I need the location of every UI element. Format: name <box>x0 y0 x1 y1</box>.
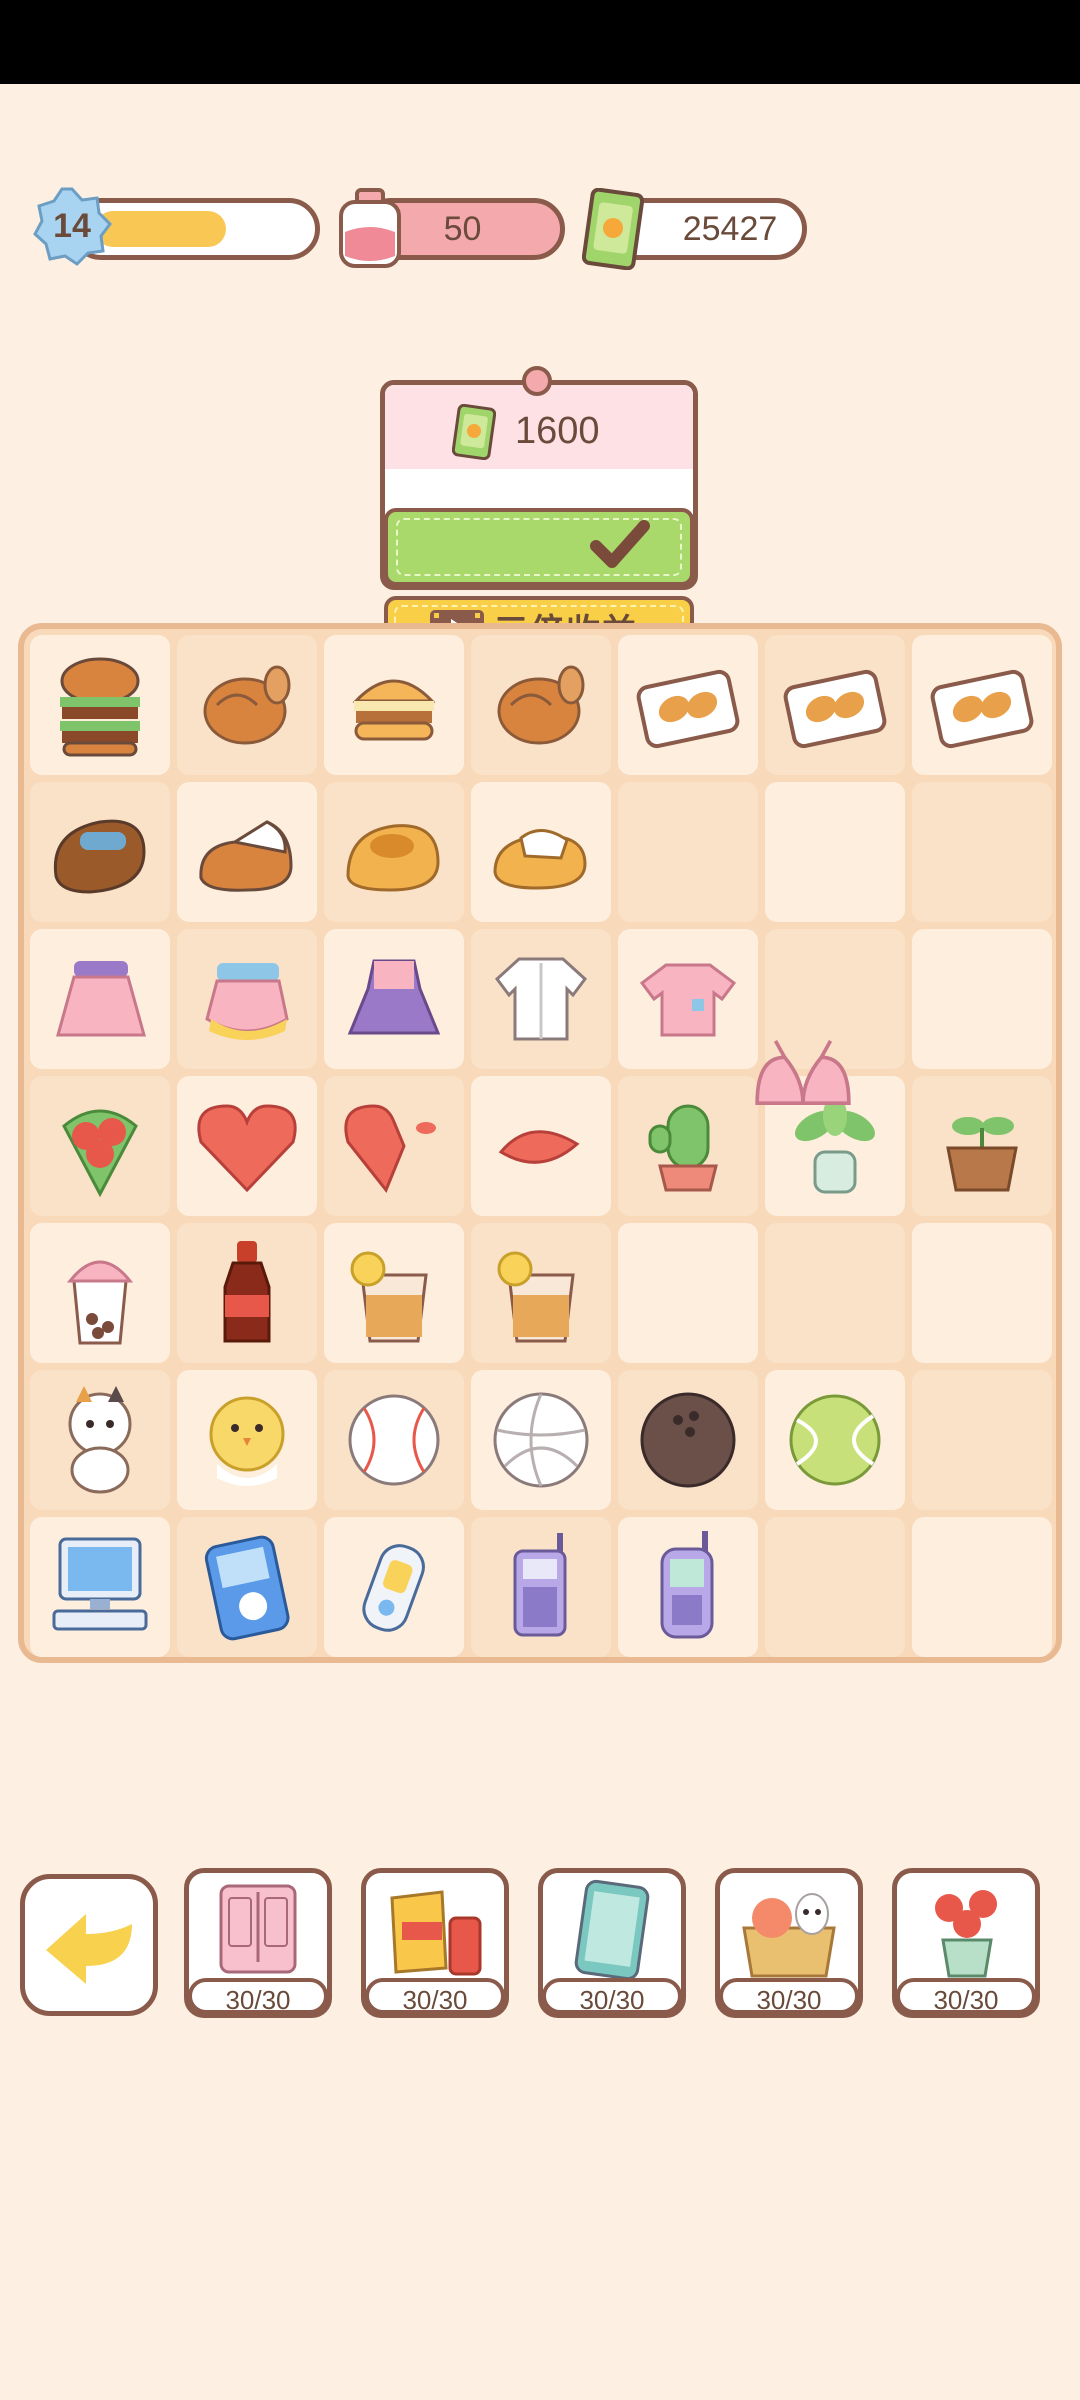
desktop-computer-item[interactable] <box>40 1527 160 1647</box>
level-progress-fill <box>95 211 226 247</box>
merge-board <box>18 623 1062 1663</box>
level-number: 14 <box>53 207 91 245</box>
volleyball-item[interactable] <box>481 1380 601 1500</box>
back-arrow-icon <box>46 1914 132 1984</box>
lemon-tea-item[interactable] <box>481 1233 601 1353</box>
energy-bottle-icon <box>339 188 401 268</box>
pastry-box-item[interactable] <box>922 645 1042 765</box>
roast-chicken-item[interactable] <box>481 645 601 765</box>
board-cell[interactable] <box>618 782 758 922</box>
tennis-ball-item[interactable] <box>775 1380 895 1500</box>
cactus-pot-item[interactable] <box>628 1086 748 1206</box>
board-cell[interactable] <box>765 1517 905 1657</box>
board-cell[interactable] <box>912 929 1052 1069</box>
popup-price: 1600 <box>515 410 600 452</box>
food-box-icon <box>742 1893 836 1978</box>
board-cell[interactable] <box>765 782 905 922</box>
shirt-white-item[interactable] <box>481 939 601 1059</box>
sprout-pot-item[interactable] <box>922 1086 1042 1206</box>
bowling-ball-item[interactable] <box>628 1380 748 1500</box>
flower-vase-icon <box>935 1890 997 1978</box>
rose-petal-item[interactable] <box>481 1086 601 1206</box>
rose-heart-item[interactable] <box>187 1086 307 1206</box>
flip-phone-item[interactable] <box>628 1527 748 1647</box>
generator-box-count: 30/30 <box>896 1978 1036 2015</box>
cash-value: 25427 <box>682 210 778 248</box>
dress-purple-item[interactable] <box>334 939 454 1059</box>
slipper-item[interactable] <box>481 792 601 912</box>
bra-pink-item[interactable] <box>748 1039 858 1149</box>
cat-plush-item[interactable] <box>40 1380 160 1500</box>
snacks-icon <box>390 1890 482 1976</box>
chick-plush-item[interactable] <box>187 1380 307 1500</box>
popup-pin <box>522 366 552 396</box>
generator-box-count: 30/30 <box>719 1978 859 2015</box>
burger-big-item[interactable] <box>40 645 160 765</box>
milk-tea-item[interactable] <box>40 1233 160 1353</box>
tshirt-pink-item[interactable] <box>628 939 748 1059</box>
cash-icon <box>582 188 644 270</box>
roast-chicken-item[interactable] <box>187 645 307 765</box>
rose-bouquet-item[interactable] <box>40 1086 160 1206</box>
skirt-yellow-item[interactable] <box>187 939 307 1059</box>
burger-small-item[interactable] <box>334 645 454 765</box>
brick-phone-item[interactable] <box>481 1527 601 1647</box>
generator-box-count: 30/30 <box>188 1978 328 2015</box>
sneaker-item[interactable] <box>187 792 307 912</box>
wardrobe-icon <box>219 1884 297 1974</box>
skirt-pink-item[interactable] <box>40 939 160 1059</box>
cash-icon <box>452 404 496 460</box>
board-cell[interactable] <box>912 782 1052 922</box>
pastry-box-item[interactable] <box>775 645 895 765</box>
status-bar <box>0 0 1080 84</box>
board-cell[interactable] <box>912 1517 1052 1657</box>
generator-box-count: 30/30 <box>542 1978 682 2015</box>
pastry-box-item[interactable] <box>628 645 748 765</box>
level-badge: 14 <box>32 186 112 266</box>
phone-icon <box>574 1879 650 1978</box>
mp3-player-item[interactable] <box>187 1527 307 1647</box>
lemon-tea-item[interactable] <box>334 1233 454 1353</box>
baseball-item[interactable] <box>334 1380 454 1500</box>
mp3-player-small-item[interactable] <box>334 1527 454 1647</box>
sandal-brown-item[interactable] <box>40 792 160 912</box>
board-cell[interactable] <box>618 1223 758 1363</box>
board-cell[interactable] <box>912 1223 1052 1363</box>
cola-bottle-item[interactable] <box>187 1233 307 1353</box>
checkmark-icon <box>590 520 650 568</box>
board-cell[interactable] <box>912 1370 1052 1510</box>
board-cell[interactable] <box>765 1223 905 1363</box>
rose-half-heart-item[interactable] <box>334 1086 454 1206</box>
generator-box-count: 30/30 <box>365 1978 505 2015</box>
clog-yellow-item[interactable] <box>334 792 454 912</box>
